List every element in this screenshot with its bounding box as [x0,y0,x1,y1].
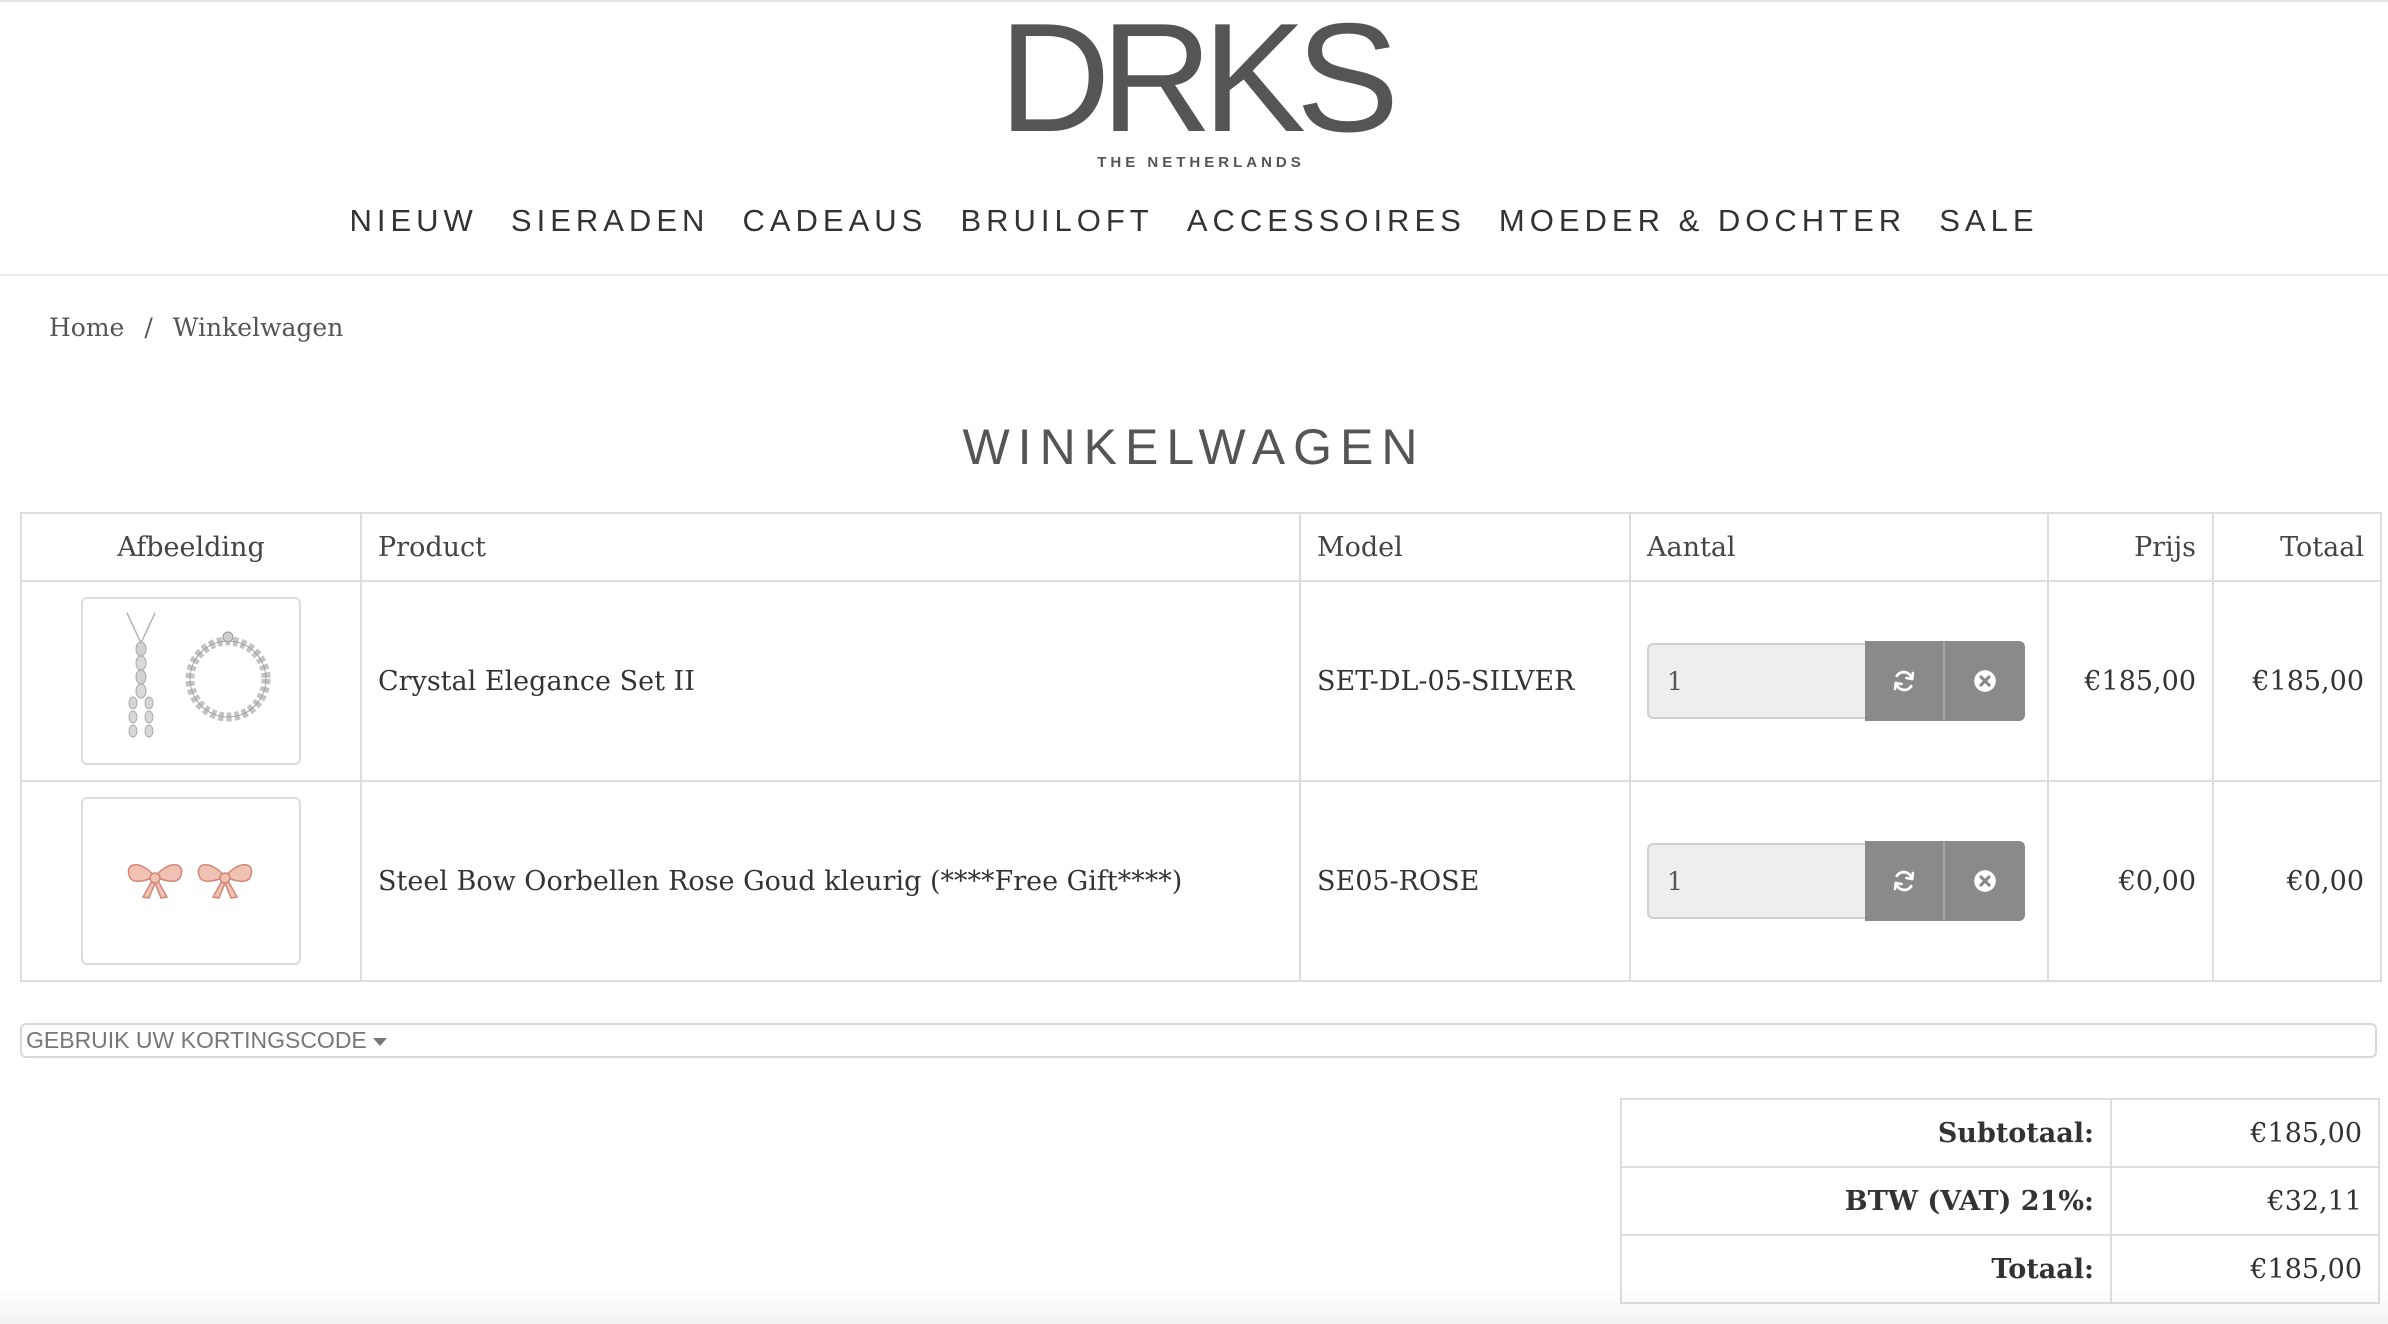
cart-table: Afbeelding Product Model Aantal Prijs To… [20,512,2382,982]
caret-down-icon [372,1037,387,1046]
column-header-product: Product [360,512,1301,582]
crystal-jewelry-set-image[interactable] [81,597,301,765]
breadcrumb-separator: / [144,313,153,342]
breadcrumb-current-link[interactable]: Winkelwagen [173,313,344,342]
product-model: SE05-ROSE [1299,780,1631,982]
quantity-cell [1629,580,2049,782]
column-header-price: Prijs [2047,512,2214,582]
remove-item-button[interactable] [1945,841,2025,921]
nav-item-sieraden[interactable]: SIERADEN [511,200,709,242]
logo-wordmark: DRKS [998,0,1400,164]
remove-icon [1974,870,1996,892]
cart-row: Steel Bow Oorbellen Rose Goud kleurig (*… [20,780,2382,982]
breadcrumb-home-link[interactable]: Home [49,313,124,342]
product-price: €0,00 [2047,780,2214,982]
refresh-icon [1893,670,1915,692]
page-title: WINKELWAGEN [962,419,1426,475]
quantity-input[interactable] [1647,843,1865,919]
breadcrumb: Home / Winkelwagen [49,313,343,342]
nav-item-accessoires[interactable]: ACCESSOIRES [1187,200,1466,242]
nav-item-nieuw[interactable]: NIEUW [349,200,477,242]
page-bottom-shadow [0,1290,2388,1324]
nav-item-sale[interactable]: SALE [1939,200,2038,242]
update-quantity-button[interactable] [1865,841,1945,921]
cart-header-row: Afbeelding Product Model Aantal Prijs To… [20,512,2382,582]
column-header-model: Model [1299,512,1631,582]
totals-row-vat: BTW (VAT) 21%: €32,11 [1620,1166,2380,1236]
product-name[interactable]: Crystal Elegance Set II [360,580,1301,782]
remove-icon [1974,670,1996,692]
product-name[interactable]: Steel Bow Oorbellen Rose Goud kleurig (*… [360,780,1301,982]
subtotal-value: €185,00 [2110,1098,2380,1168]
quantity-control [1647,641,2031,721]
vat-value: €32,11 [2110,1166,2380,1236]
column-header-image: Afbeelding [20,512,362,582]
quantity-input[interactable] [1647,643,1865,719]
column-header-quantity: Aantal [1629,512,2049,582]
nav-item-cadeaus[interactable]: CADEAUS [742,200,927,242]
quantity-cell [1629,780,2049,982]
product-total: €0,00 [2212,780,2382,982]
refresh-icon [1893,870,1915,892]
cart-row: Crystal Elegance Set II SET-DL-05-SILVER [20,580,2382,782]
logo[interactable]: DRKS THE NETHERLANDS [0,0,2388,171]
vat-label: BTW (VAT) 21%: [1620,1166,2112,1236]
nav-item-bruiloft[interactable]: BRUILOFT [960,200,1153,242]
remove-item-button[interactable] [1945,641,2025,721]
product-image-cell [20,780,362,982]
coupon-toggle[interactable]: GEBRUIK UW KORTINGSCODE [20,1023,2377,1058]
product-price: €185,00 [2047,580,2214,782]
totals-row-subtotal: Subtotaal: €185,00 [1620,1098,2380,1168]
quantity-control [1647,841,2031,921]
totals-table: Subtotaal: €185,00 BTW (VAT) 21%: €32,11… [1620,1098,2380,1304]
coupon-label: GEBRUIK UW KORTINGSCODE [26,1027,367,1053]
site-header: DRKS THE NETHERLANDS NIEUW SIERADEN CADE… [0,0,2388,276]
column-header-total: Totaal [2212,512,2382,582]
product-model: SET-DL-05-SILVER [1299,580,1631,782]
subtotal-label: Subtotaal: [1620,1098,2112,1168]
product-image-cell [20,580,362,782]
update-quantity-button[interactable] [1865,641,1945,721]
logo-tagline: THE NETHERLANDS [1097,154,1305,171]
bow-earrings-image[interactable] [81,797,301,965]
product-total: €185,00 [2212,580,2382,782]
nav-item-moeder-dochter[interactable]: MOEDER & DOCHTER [1499,200,1906,242]
main-navigation: NIEUW SIERADEN CADEAUS BRUILOFT ACCESSOI… [0,200,2388,242]
